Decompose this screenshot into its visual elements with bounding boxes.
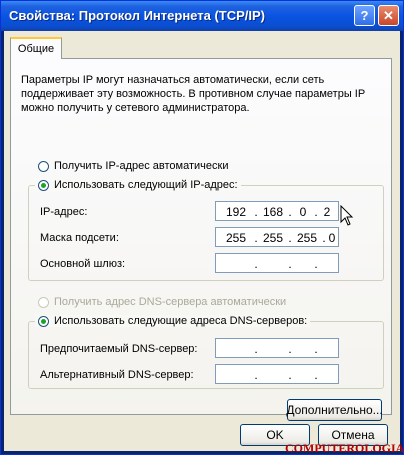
ip-address-input[interactable]: 192 . 168 . 0 . 2 [215, 201, 339, 221]
ip-dot: . [288, 368, 292, 382]
tab-general-label: Общие [17, 43, 55, 55]
ip-dot: . [254, 257, 258, 271]
gateway-label: Основной шлюз: [40, 258, 126, 270]
close-icon: ✕ [383, 7, 394, 23]
watermark: COMPUTEROLOGIA.RU [285, 441, 404, 455]
title-bar[interactable]: Свойства: Протокол Интернета (TCP/IP) ? … [1, 1, 403, 31]
ip-dot: . [254, 342, 258, 356]
ip-auto-label: Получить IP-адрес автоматически [54, 160, 229, 172]
gateway-input[interactable]: . . . [215, 253, 339, 273]
preferred-dns-label: Предпочитаемый DNS-сервер: [40, 343, 198, 355]
ip-manual-label: Использовать следующий IP-адрес: [54, 179, 238, 191]
mask-octet-4: 0 [328, 231, 336, 245]
advanced-button[interactable]: Дополнительно... [286, 399, 383, 421]
ip-dot: . [254, 231, 258, 245]
mouse-cursor-icon [340, 204, 354, 230]
ip-dot: . [314, 257, 318, 271]
ip-dot: . [288, 205, 292, 219]
alternate-dns-input[interactable]: . . . [215, 364, 339, 384]
ip-auto-radio[interactable]: Получить IP-адрес автоматически [38, 160, 228, 172]
ip-octet-1: 192 [225, 205, 247, 219]
ip-dot: . [314, 342, 318, 356]
tab-general[interactable]: Общие [10, 37, 62, 59]
close-button[interactable]: ✕ [378, 5, 399, 26]
ip-dot: . [288, 231, 292, 245]
ip-dot: . [254, 368, 258, 382]
window-title: Свойства: Протокол Интернета (TCP/IP) [9, 8, 265, 23]
ip-manual-radio[interactable]: Использовать следующий IP-адрес: [35, 179, 241, 191]
dialog-client-area: Общие Параметры IP могут назначаться авт… [4, 31, 400, 451]
help-button[interactable]: ? [354, 5, 375, 26]
dns-manual-radio[interactable]: Использовать следующие адреса DNS-сервер… [35, 315, 311, 327]
ip-address-label: IP-адрес: [40, 206, 88, 218]
ip-dot: . [314, 368, 318, 382]
mask-octet-2: 255 [262, 231, 284, 245]
dns-auto-label: Получить адрес DNS-сервера автоматически [54, 296, 287, 308]
dns-manual-radio-icon [38, 315, 49, 327]
ip-dot: . [288, 342, 292, 356]
ip-octet-4: 2 [323, 205, 331, 219]
ip-octet-3: 0 [299, 205, 307, 219]
ip-manual-radio-icon [38, 179, 49, 191]
tab-panel-general: Параметры IP могут назначаться автоматич… [10, 58, 392, 421]
ip-auto-radio-icon [38, 160, 49, 172]
intro-text: Параметры IP могут назначаться автоматич… [21, 74, 365, 114]
dns-manual-label: Использовать следующие адреса DNS-сервер… [54, 315, 308, 327]
subnet-mask-input[interactable]: 255 . 255 . 255 . 0 [215, 227, 339, 247]
preferred-dns-input[interactable]: . . . [215, 338, 339, 358]
ip-dot: . [288, 257, 292, 271]
ip-dot: . [254, 205, 258, 219]
dialog-window: Свойства: Протокол Интернета (TCP/IP) ? … [0, 0, 404, 455]
mask-octet-1: 255 [225, 231, 247, 245]
alternate-dns-label: Альтернативный DNS-сервер: [40, 369, 194, 381]
dns-auto-radio-icon [38, 296, 49, 308]
dns-auto-radio[interactable]: Получить адрес DNS-сервера автоматически [38, 296, 286, 308]
ip-dot: . [314, 205, 318, 219]
mask-octet-3: 255 [296, 231, 318, 245]
help-icon: ? [360, 8, 369, 23]
ip-octet-2: 168 [262, 205, 284, 219]
subnet-mask-label: Маска подсети: [40, 232, 119, 244]
